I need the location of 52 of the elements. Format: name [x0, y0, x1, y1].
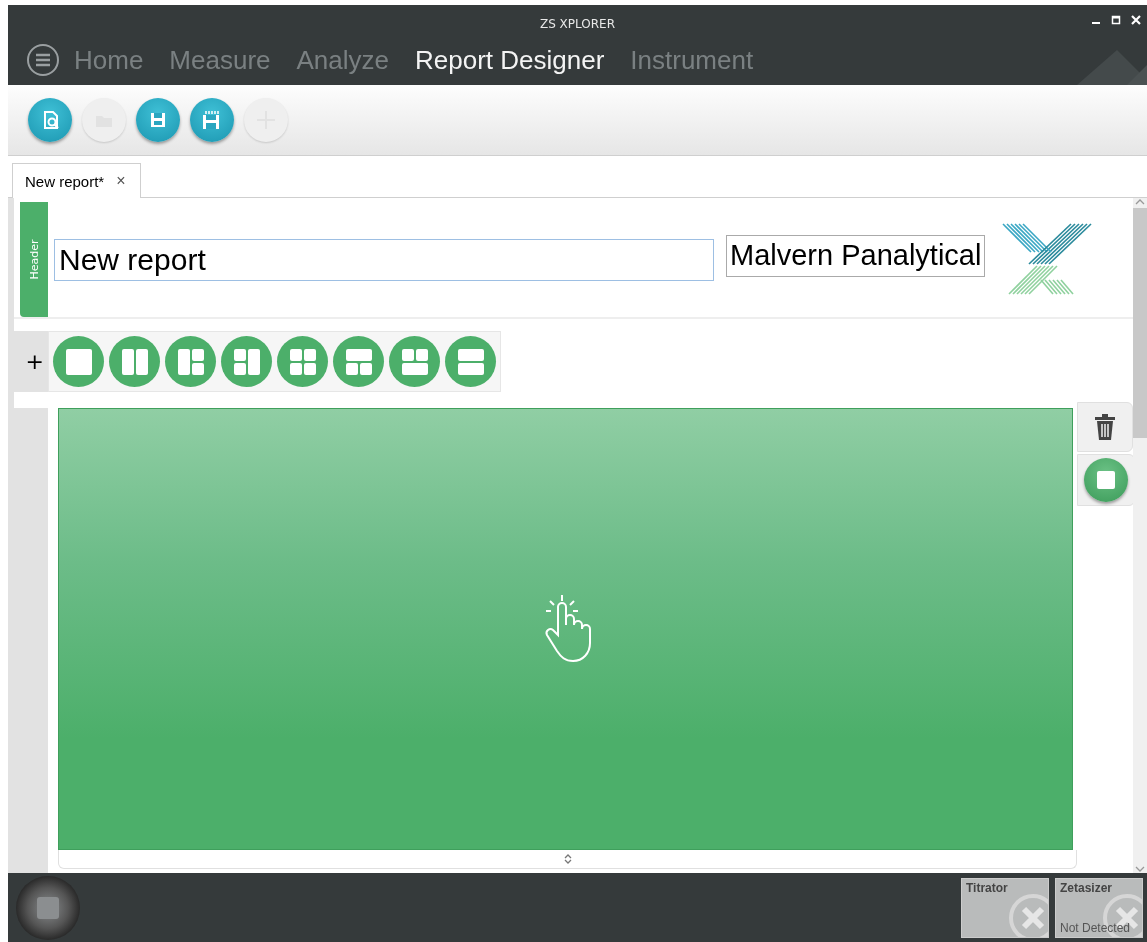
layout-icon [289, 348, 316, 375]
instrument-name: Titrator [966, 880, 1008, 895]
section-tab[interactable]: Header [20, 202, 48, 317]
nav-tab[interactable]: Home [74, 44, 144, 76]
scroll-down-icon[interactable] [1135, 865, 1145, 873]
toolbar-button[interactable] [28, 98, 72, 142]
layout-icon [401, 348, 428, 375]
layout-button[interactable] [277, 336, 328, 387]
tab-label: New report* [25, 172, 105, 190]
layout-icon [121, 348, 148, 375]
layout-icon [457, 348, 484, 375]
menu-icon[interactable] [26, 43, 60, 77]
scrollbar-thumb[interactable] [1133, 208, 1147, 438]
layout-button[interactable] [445, 336, 496, 387]
add-layout-button[interactable]: + [14, 331, 48, 392]
stop-icon [1097, 471, 1115, 489]
layout-button[interactable] [333, 336, 384, 387]
toolbar-button[interactable] [190, 98, 234, 142]
title-field[interactable]: New report [54, 238, 714, 281]
instrument-status: Not Detected [1060, 920, 1131, 935]
layout-icon [177, 348, 204, 375]
window-title: ZS XPLORER [539, 17, 616, 31]
delete-button[interactable] [1077, 402, 1133, 452]
toolbar-button[interactable] [136, 98, 180, 142]
square-icon [37, 896, 59, 919]
layout-button[interactable] [109, 336, 160, 387]
resize-handle[interactable] [58, 850, 1077, 869]
layout-button[interactable] [389, 336, 440, 387]
close-icon[interactable] [1131, 15, 1141, 25]
layout-icon [65, 348, 92, 375]
nav-tab[interactable]: Measure [169, 44, 271, 76]
nav-tab[interactable]: Report Designer [415, 44, 605, 76]
maximize-icon[interactable] [1111, 15, 1121, 25]
instrument-name: Zetasizer [1060, 880, 1113, 895]
layout-button[interactable] [165, 336, 216, 387]
layout-button[interactable] [221, 336, 272, 387]
layout-icon [233, 348, 260, 375]
instrument-tile[interactable]: Zetasizer Not Detected [1055, 877, 1143, 938]
scroll-up-icon[interactable] [1135, 198, 1145, 206]
stop-button[interactable] [1084, 458, 1128, 502]
disconnected-icon [1008, 892, 1048, 937]
instrument-tile[interactable]: Titrator [961, 877, 1049, 938]
company-field[interactable]: Malvern Panalytical [726, 234, 986, 277]
nav-tab[interactable]: Instrument [630, 44, 754, 76]
layout-icon [345, 348, 372, 375]
layout-button[interactable] [53, 336, 104, 387]
layout-cell[interactable] [58, 408, 1073, 850]
document-tab[interactable]: New report* × [12, 163, 141, 198]
trash-icon [1094, 414, 1116, 440]
nav-tab[interactable]: Analyze [296, 44, 389, 76]
close-tab-button[interactable]: × [116, 172, 126, 190]
resize-icon [563, 853, 572, 865]
